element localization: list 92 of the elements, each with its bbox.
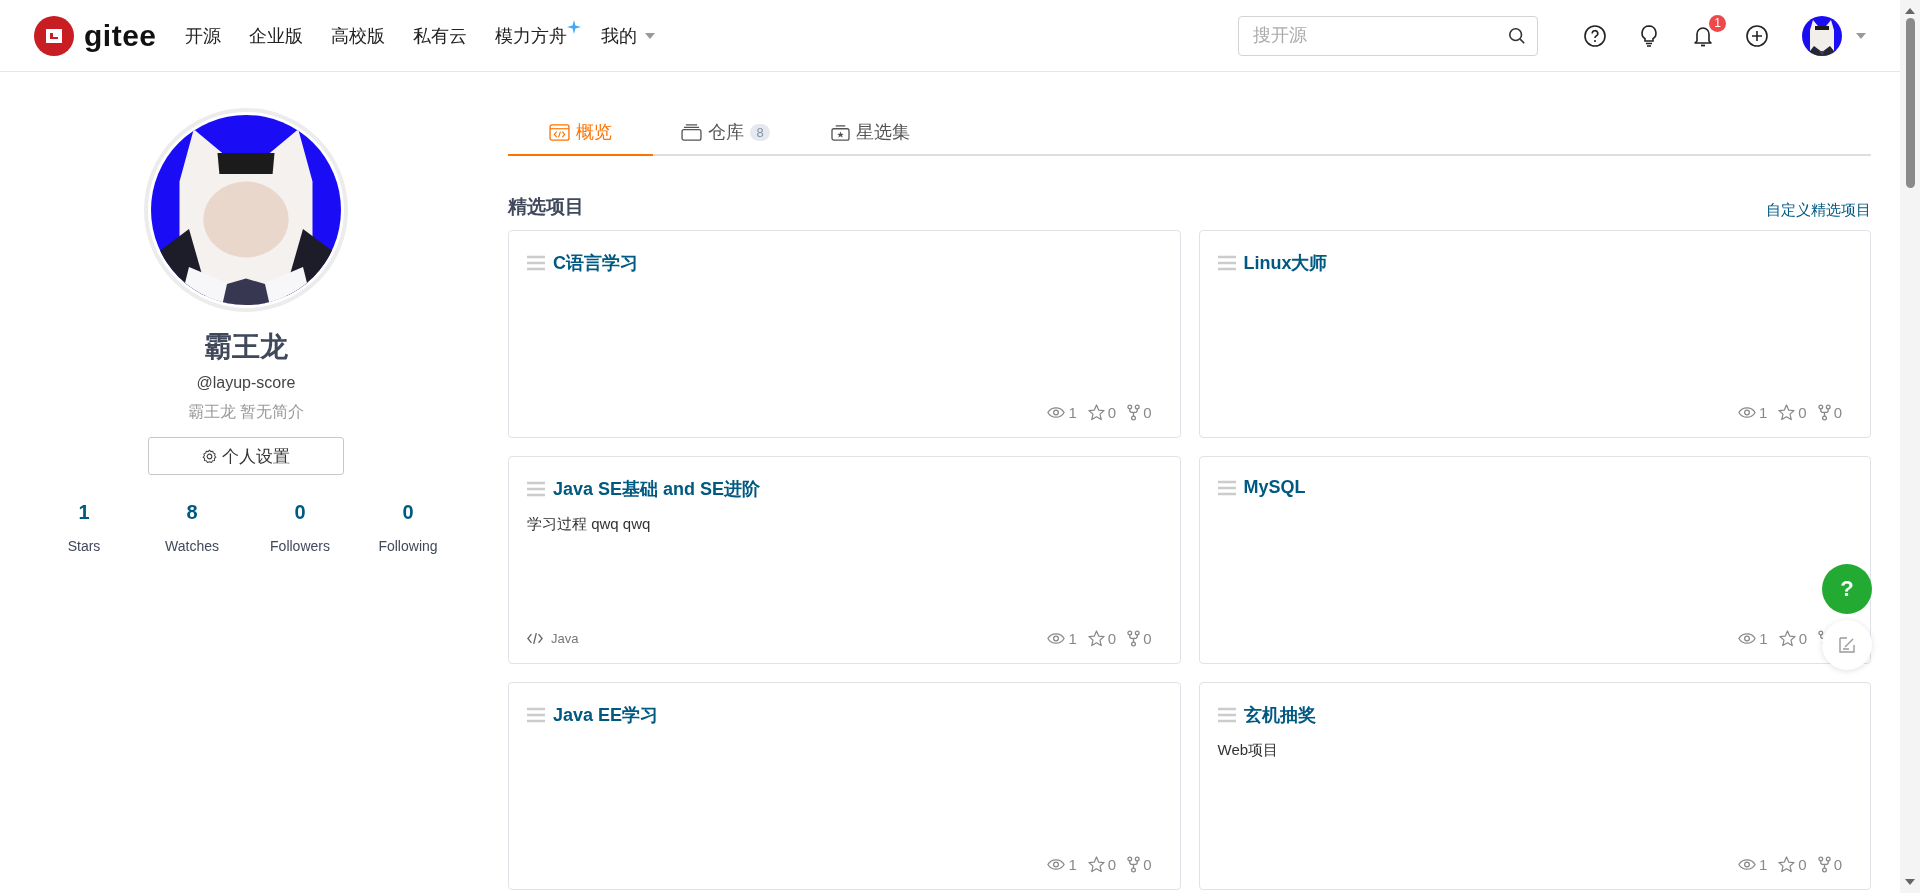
profile-name: 霸王龙 xyxy=(204,330,288,364)
star-count: 0 xyxy=(1107,630,1117,647)
fork-icon xyxy=(1127,404,1141,421)
star-box-icon xyxy=(831,123,850,141)
caret-icon[interactable] xyxy=(1856,32,1866,39)
username: @layup-score xyxy=(196,374,296,392)
eye-icon xyxy=(1737,406,1756,419)
drag-handle-icon[interactable] xyxy=(527,707,545,723)
project-title[interactable]: Linux大师 xyxy=(1243,251,1328,275)
watch-count: 1 xyxy=(1759,630,1768,647)
fork-count: 0 xyxy=(1143,630,1152,647)
stat-count[interactable]: 1 xyxy=(78,501,90,524)
search-icon[interactable] xyxy=(1508,26,1526,45)
code-window-icon xyxy=(549,123,570,141)
project-title[interactable]: Java SE基础 and SE进阶 xyxy=(553,477,761,501)
stack-icon xyxy=(681,123,703,141)
help-icon[interactable] xyxy=(1583,23,1607,48)
gear-icon xyxy=(202,448,217,464)
nav-link[interactable]: 私有云 xyxy=(412,23,467,48)
star-count: 0 xyxy=(1798,404,1807,421)
drag-handle-icon[interactable] xyxy=(1217,707,1236,723)
stat-count[interactable]: 0 xyxy=(294,501,306,524)
logo-icon[interactable] xyxy=(34,15,74,56)
fork-count: 0 xyxy=(1833,856,1842,873)
tab[interactable]: 星选集 xyxy=(798,110,943,156)
scrollbar[interactable] xyxy=(1900,0,1920,893)
stat-count[interactable]: 8 xyxy=(186,501,198,524)
star-icon xyxy=(1087,404,1105,421)
star-icon xyxy=(1778,856,1796,873)
drag-handle-icon[interactable] xyxy=(1217,255,1236,271)
watch-count: 1 xyxy=(1758,404,1768,421)
project-description: Web项目 xyxy=(1217,741,1280,760)
notification-badge: 1 xyxy=(1709,14,1726,32)
scroll-up-icon[interactable] xyxy=(1905,8,1915,14)
stat-label: Following xyxy=(378,538,438,554)
fork-count: 0 xyxy=(1833,404,1842,421)
eye-icon xyxy=(1737,858,1756,871)
fork-count: 0 xyxy=(1143,856,1152,873)
drag-handle-icon[interactable] xyxy=(1217,479,1236,496)
star-icon xyxy=(1087,856,1105,873)
scroll-down-icon[interactable] xyxy=(1905,879,1915,885)
fork-count: 0 xyxy=(1143,404,1152,421)
watch-count: 1 xyxy=(1068,630,1077,647)
star-count: 0 xyxy=(1798,630,1807,647)
eye-icon xyxy=(1738,632,1757,645)
project-description: 学习过程 qwq qwq xyxy=(527,515,652,534)
search-field[interactable]: 搜开源 xyxy=(1238,15,1538,56)
nav-link[interactable]: 我的 xyxy=(600,23,637,48)
edit-icon xyxy=(1837,635,1857,655)
language-label: Java xyxy=(551,631,579,646)
caret-icon xyxy=(644,32,655,39)
customize-link[interactable]: 自定义精选项目 xyxy=(1766,201,1871,220)
star-icon xyxy=(1778,630,1796,647)
scrollbar-thumb[interactable] xyxy=(1905,18,1915,188)
project-title[interactable]: Java EE学习 xyxy=(553,703,659,727)
section-title: 精选项目 xyxy=(508,195,584,219)
project-title[interactable]: 玄机抽奖 xyxy=(1243,703,1316,727)
logo-text[interactable]: gitee xyxy=(84,18,157,53)
eye-icon xyxy=(1047,858,1066,871)
eye-icon xyxy=(1047,406,1066,419)
feedback-button[interactable] xyxy=(1822,620,1872,670)
tab[interactable]: 仓库 8 xyxy=(653,110,798,156)
stat-label: Watches xyxy=(165,538,219,554)
settings-button[interactable]: 个人设置 xyxy=(148,437,344,475)
bio: 霸王龙 暂无简介 xyxy=(187,402,305,422)
nav-link[interactable]: 开源 xyxy=(184,23,221,48)
nav-link[interactable]: 高校版 xyxy=(330,23,385,48)
fork-icon xyxy=(1127,630,1141,647)
stat-label: Stars xyxy=(67,538,101,554)
project-title[interactable]: MySQL xyxy=(1243,477,1306,498)
nav-link[interactable]: 模力方舟 xyxy=(494,23,567,48)
star-icon xyxy=(1778,404,1796,421)
add-icon[interactable] xyxy=(1745,23,1769,48)
drag-handle-icon[interactable] xyxy=(527,255,545,271)
project-title[interactable]: C语言学习 xyxy=(553,251,638,275)
fork-icon xyxy=(1817,404,1831,421)
watch-count: 1 xyxy=(1068,856,1077,873)
stat-count[interactable]: 0 xyxy=(402,501,414,524)
drag-handle-icon[interactable] xyxy=(527,481,545,497)
stat-label: Followers xyxy=(270,538,330,554)
watch-count: 1 xyxy=(1068,404,1077,421)
star-count: 0 xyxy=(1107,404,1117,421)
code-icon xyxy=(527,632,543,645)
sparkle-icon xyxy=(566,19,581,34)
star-icon xyxy=(1087,630,1105,647)
star-count: 0 xyxy=(1798,856,1807,873)
nav-link[interactable]: 企业版 xyxy=(248,23,303,48)
star-count: 0 xyxy=(1107,856,1117,873)
fork-icon xyxy=(1817,856,1831,873)
watch-count: 1 xyxy=(1758,856,1768,873)
eye-icon xyxy=(1047,632,1066,645)
fork-icon xyxy=(1127,856,1141,873)
